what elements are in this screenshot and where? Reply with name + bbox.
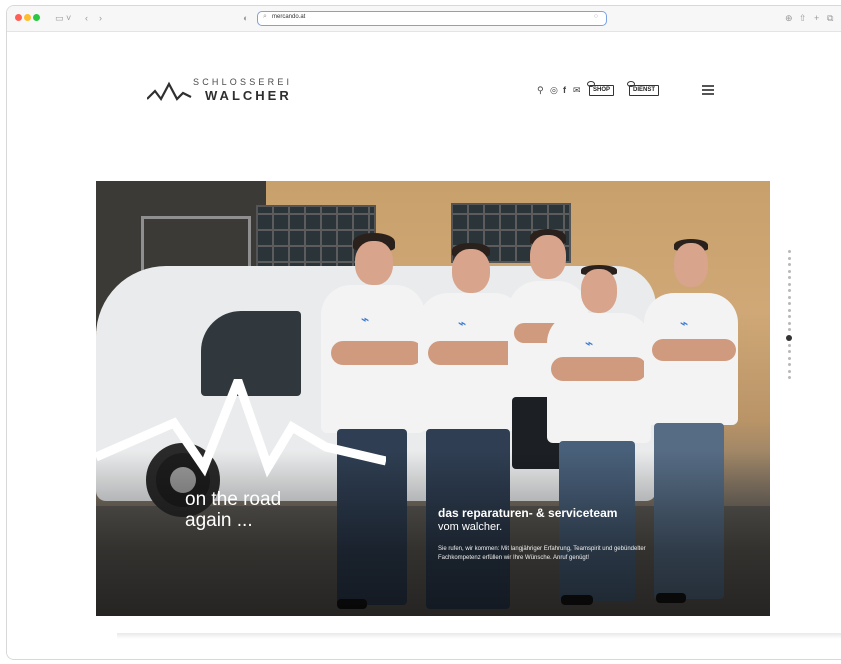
zigzag-logo-icon: [147, 81, 192, 102]
new-tab-icon[interactable]: +: [814, 11, 819, 25]
zigzag-line-graphic: [96, 379, 386, 478]
slider-dot[interactable]: [787, 315, 791, 318]
slider-dot[interactable]: [787, 295, 791, 299]
slider-dot-active[interactable]: [786, 334, 792, 341]
instagram-icon[interactable]: ◎: [550, 83, 558, 97]
search-icon: ⌕: [263, 13, 267, 20]
facebook-icon[interactable]: f: [563, 83, 566, 97]
slider-dot[interactable]: [787, 269, 791, 273]
slider-dot[interactable]: [787, 256, 791, 260]
browser-window: ▭ ˅ ‹ › ◐ ⌕ mercando.at ○ ⊕ ⇧ + ⧉ SCHLOS…: [6, 5, 841, 660]
mail-icon[interactable]: ✉: [573, 83, 581, 97]
address-bar[interactable]: ⌕ mercando.at ○: [257, 11, 607, 26]
page-divider-shadow: [117, 633, 841, 639]
slider-dot[interactable]: [787, 350, 791, 353]
forward-icon[interactable]: ›: [99, 11, 102, 25]
logo-text-bottom: WALCHER: [205, 88, 292, 103]
slider-dot[interactable]: [787, 363, 791, 366]
slider-dot[interactable]: [787, 343, 791, 347]
dienst-tag-button[interactable]: DIENST: [626, 81, 660, 96]
hero-image: ⌁ ⌁ ⌁ ⌁ on the road again ... das repara…: [96, 181, 770, 616]
sidebar-icon[interactable]: ▭ ˅: [55, 11, 71, 25]
hero-headline-line2: again ...: [185, 510, 253, 531]
close-window-button[interactable]: [15, 14, 22, 21]
slider-dot[interactable]: [787, 282, 791, 286]
slider-dot[interactable]: [787, 369, 791, 373]
privacy-shield-icon[interactable]: ◐: [243, 11, 248, 25]
slider-dot[interactable]: [787, 250, 791, 253]
hero-headline-line1: on the road: [185, 489, 282, 510]
hero-headline: on the road again ...: [185, 489, 281, 531]
slider-dot[interactable]: [787, 328, 791, 331]
shop-tag-button[interactable]: SHOP: [586, 81, 615, 96]
slider-dot[interactable]: [787, 276, 791, 279]
browser-toolbar: ▭ ˅ ‹ › ◐ ⌕ mercando.at ○ ⊕ ⇧ + ⧉: [7, 6, 841, 32]
back-icon[interactable]: ‹: [85, 11, 88, 25]
minimize-window-button[interactable]: [24, 14, 31, 21]
slider-dot[interactable]: [787, 356, 791, 360]
slider-dot[interactable]: [787, 289, 791, 292]
team-description: Sie rufen, wir kommen: Mit langjähriger …: [438, 546, 646, 561]
share-icon[interactable]: ⇧: [799, 11, 807, 25]
tab-overview-icon[interactable]: ⧉: [827, 11, 833, 25]
web-page: SCHLOSSEREI WALCHER ⚲ ◎ f ✉ SHOP DIENST: [7, 33, 841, 659]
slider-dot[interactable]: [787, 308, 791, 312]
slider-dot[interactable]: [787, 376, 791, 379]
download-icon[interactable]: ⊕: [785, 11, 793, 25]
reload-icon[interactable]: ○: [594, 13, 598, 20]
logo-text-top: SCHLOSSEREI: [193, 77, 293, 87]
slider-dot[interactable]: [787, 321, 791, 325]
slider-dot[interactable]: [787, 263, 791, 266]
location-pin-icon[interactable]: ⚲: [537, 83, 544, 97]
menu-icon[interactable]: [702, 85, 714, 95]
slider-dots: [786, 250, 792, 383]
zoom-window-button[interactable]: [33, 14, 40, 21]
team-title: das reparaturen- & serviceteam: [438, 506, 618, 520]
slider-dot[interactable]: [787, 302, 791, 305]
team-subtitle: vom walcher.: [438, 521, 503, 533]
url-text[interactable]: mercando.at: [272, 14, 305, 20]
